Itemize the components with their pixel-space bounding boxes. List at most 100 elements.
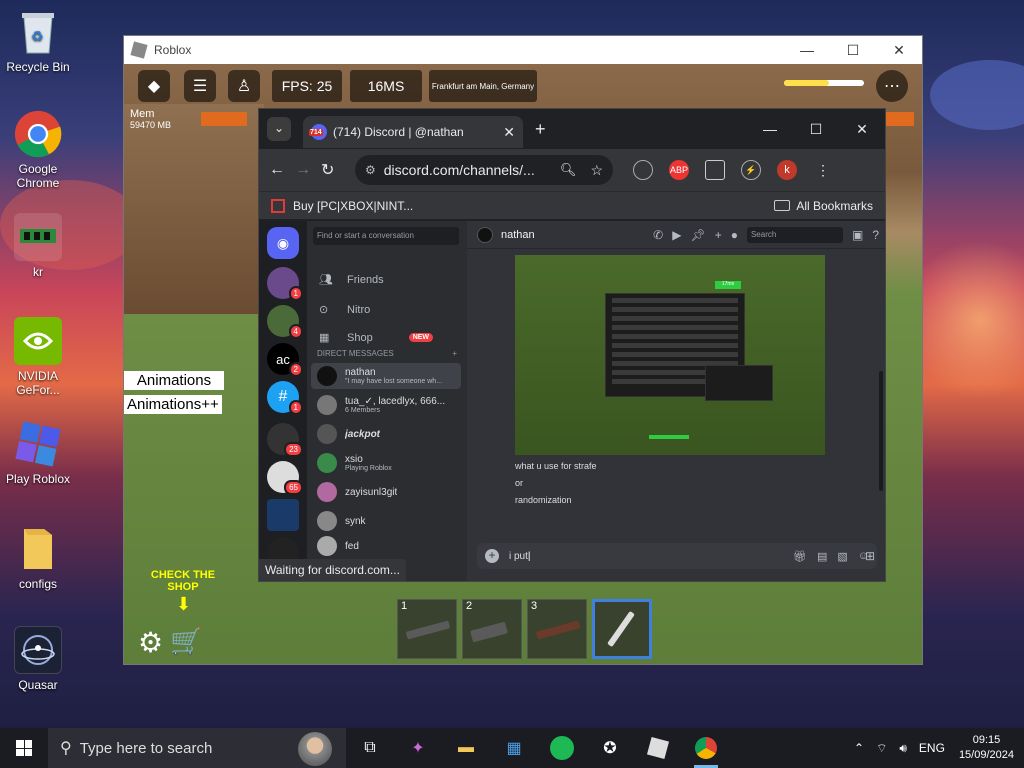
copilot-button[interactable]: ✦ [394, 728, 442, 768]
profile-avatar[interactable]: k [777, 160, 797, 180]
add-friends-icon[interactable]: + [715, 228, 722, 242]
desktop-icon-recycle-bin[interactable]: ♻ Recycle Bin [0, 8, 76, 74]
bookmark-star-icon[interactable]: ☆ [590, 162, 603, 179]
desktop-icon-google-chrome[interactable]: Google Chrome [0, 110, 76, 190]
desktop-icon-play-roblox[interactable]: Play Roblox [0, 420, 76, 486]
dm-item-nathan[interactable]: nathan "I may have lost someone wh... [311, 363, 461, 389]
call-icon[interactable]: ✆ [653, 228, 663, 242]
chevron-up-icon[interactable]: ⌃ [854, 741, 864, 755]
reload-button[interactable]: ↻ [321, 160, 347, 180]
shop-nav-item[interactable]: ▦ Shop NEW [319, 331, 434, 344]
pin-icon[interactable]: 📌︎ [690, 228, 705, 242]
taskbar-search-box[interactable]: ⚲ Type here to search [48, 728, 346, 768]
microsoft-store-button[interactable]: ▦ [490, 728, 538, 768]
close-button[interactable]: ✕ [839, 121, 885, 138]
find-conversation-input[interactable]: Find or start a conversation [313, 227, 459, 245]
roblox-titlebar[interactable]: Roblox — ☐ ✕ [124, 36, 922, 64]
file-explorer-button[interactable]: ▬ [442, 728, 490, 768]
minimize-button[interactable]: — [784, 42, 830, 59]
help-icon[interactable]: ? [872, 228, 879, 242]
start-button[interactable] [0, 728, 48, 768]
task-view-button[interactable]: ⧉ [346, 728, 394, 768]
gift-icon[interactable]: 🎁︎ [793, 550, 807, 563]
hotbar-slot-3[interactable]: 3 [527, 599, 587, 659]
avatar-button[interactable]: ♙ [228, 70, 260, 102]
attach-plus-icon[interactable]: + [485, 549, 499, 563]
shop-cart-icon[interactable]: 🛒 [170, 626, 202, 657]
chat-search-input[interactable]: Search [746, 226, 843, 243]
profile-icon[interactable]: ● [731, 228, 738, 242]
dm-item-fed[interactable]: fed [311, 533, 461, 559]
language-indicator[interactable]: ENG [919, 741, 945, 755]
dm-item-synk[interactable]: synk [311, 508, 461, 534]
gif-icon[interactable]: ▤ [817, 550, 827, 563]
sticker-icon[interactable]: ▧ [837, 550, 847, 563]
roblox-taskbar-button[interactable] [634, 728, 682, 768]
chat-button[interactable]: ☰ [184, 70, 216, 102]
maximize-button[interactable]: ☐ [830, 42, 876, 59]
server-icon[interactable]: #1 [267, 381, 303, 415]
spotify-button[interactable] [538, 728, 586, 768]
close-button[interactable]: ✕ [876, 42, 922, 59]
site-info-icon[interactable]: ⚙ [365, 163, 376, 177]
desktop-icon-kr[interactable]: kr [0, 213, 76, 279]
bookmark-item[interactable]: Buy [PC|XBOX|NINT... [293, 199, 413, 213]
new-tab-button[interactable]: + [535, 119, 546, 140]
close-tab-icon[interactable]: ✕ [503, 124, 515, 141]
chrome-menu-icon[interactable]: ⋮ [813, 160, 833, 180]
inbox-icon[interactable]: ▣ [852, 228, 863, 242]
quasar-taskbar-button[interactable]: ✪ [586, 728, 634, 768]
server-icon[interactable]: ac 2 [267, 343, 303, 377]
video-icon[interactable]: ▶ [672, 228, 681, 242]
animations-button[interactable]: Animations [124, 371, 224, 390]
tab-discord[interactable]: 714 (714) Discord | @nathan ✕ [303, 116, 523, 148]
dm-item-xsio[interactable]: xsio Playing Roblox [311, 450, 461, 476]
desktop-icon-configs[interactable]: configs [0, 525, 76, 591]
create-dm-icon[interactable]: + [452, 349, 457, 358]
volume-icon[interactable]: 🔊︎ [899, 741, 907, 756]
nitro-nav-item[interactable]: ⊙ Nitro [319, 303, 370, 317]
hotbar-slot-2[interactable]: 2 [462, 599, 522, 659]
server-icon[interactable]: 1 [267, 267, 303, 301]
network-icon[interactable]: ⌔ [876, 741, 887, 756]
server-icon[interactable]: 4 [267, 305, 303, 339]
adblock-plus-icon[interactable]: ABP [669, 160, 689, 180]
friends-nav-item[interactable]: 👥︎ Friends [319, 273, 384, 287]
chat-scrollbar[interactable] [879, 371, 883, 491]
server-icon[interactable] [267, 499, 299, 531]
chrome-icon [695, 737, 717, 759]
settings-gear-icon[interactable]: ⚙ [138, 626, 163, 659]
clock[interactable]: 09:15 15/09/2024 [959, 733, 1014, 763]
desktop-icon-quasar[interactable]: Quasar [0, 626, 76, 692]
dm-item-zayisunl3git[interactable]: zayisunl3git [311, 479, 461, 505]
tab-search-button[interactable]: ⌄ [267, 117, 291, 141]
message-image-attachment[interactable]: 17ms [515, 255, 825, 455]
hotbar-slot-1[interactable]: 1 [397, 599, 457, 659]
hotbar-slot-4[interactable] [592, 599, 652, 659]
apps-icon[interactable]: ⊞ [865, 549, 875, 563]
back-button[interactable]: ← [269, 161, 295, 179]
performance-icon[interactable]: ⚡ [741, 160, 761, 180]
chrome-window[interactable]: ⌄ 714 (714) Discord | @nathan ✕ + — ☐ ✕ … [258, 108, 886, 582]
maximize-button[interactable]: ☐ [793, 121, 839, 138]
dm-item-jackpot[interactable]: jackpot [311, 421, 461, 447]
dm-item-group[interactable]: tua_✓, lacedlyx, 666... 6 Members [311, 392, 461, 418]
forward-button[interactable]: → [295, 161, 321, 179]
server-icon[interactable]: 65 [267, 461, 303, 495]
shield-extension-icon[interactable] [633, 160, 653, 180]
chrome-taskbar-button[interactable] [682, 728, 730, 768]
search-icon[interactable]: 🔍︎ [560, 162, 577, 178]
server-icon[interactable]: 23 [267, 423, 303, 457]
address-bar[interactable]: ⚙ discord.com/channels/... 🔍︎ ☆ [355, 155, 613, 185]
discord-home-icon[interactable]: ◉ [267, 227, 299, 259]
minimize-button[interactable]: — [747, 121, 793, 138]
message-input[interactable]: + i put | 🎁︎ ▤ ▧ ☺ [477, 543, 877, 569]
dm-status: "I may have lost someone wh... [345, 378, 443, 385]
desktop-icon-nvidia[interactable]: NVIDIA GeFor... [0, 317, 76, 397]
all-bookmarks-button[interactable]: All Bookmarks [774, 199, 873, 213]
slot-number: 1 [401, 600, 408, 612]
roblox-menu-button[interactable]: ◆ [138, 70, 170, 102]
animations-plus-button[interactable]: Animations++ [124, 395, 222, 414]
more-options-button[interactable]: ⋯ [876, 70, 908, 102]
extensions-puzzle-icon[interactable] [705, 160, 725, 180]
